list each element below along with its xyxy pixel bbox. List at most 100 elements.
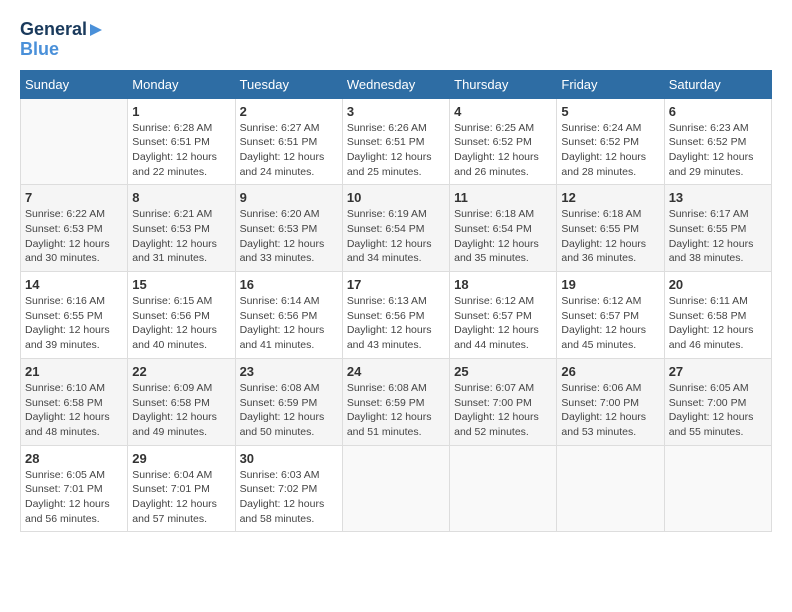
calendar-cell: [557, 445, 664, 532]
calendar-cell: 18 Sunrise: 6:12 AM Sunset: 6:57 PM Dayli…: [450, 272, 557, 359]
calendar-cell: 8Sunrise: 6:21 AM Sunset: 6:53 PM Daylig…: [128, 185, 235, 272]
calendar-cell: [664, 445, 771, 532]
calendar-cell: 26Sunrise: 6:06 AM Sunset: 7:00 PM Dayli…: [557, 358, 664, 445]
day-info: Sunrise: 6:11 AM Sunset: 6:58 PM Dayligh…: [669, 294, 767, 353]
calendar-week-row: 1 Sunrise: 6:28 AM Sunset: 6:51 PM Daylig…: [21, 98, 772, 185]
day-number: 20: [669, 277, 767, 292]
day-info: Sunrise: 6:26 AM Sunset: 6:51 PM Dayligh…: [347, 121, 445, 180]
day-info: Sunrise: 6:22 AM Sunset: 6:53 PM Dayligh…: [25, 207, 123, 266]
day-number: 15: [132, 277, 230, 292]
calendar-header-row: SundayMondayTuesdayWednesdayThursdayFrid…: [21, 70, 772, 98]
day-info: Sunrise: 6:18 AM Sunset: 6:54 PM Dayligh…: [454, 207, 552, 266]
day-number: 7: [25, 190, 123, 205]
day-number: 27: [669, 364, 767, 379]
day-of-week-header: Sunday: [21, 70, 128, 98]
day-number: 3: [347, 104, 445, 119]
calendar-cell: 30 Sunrise: 6:03 AM Sunset: 7:02 PM Dayli…: [235, 445, 342, 532]
day-info: Sunrise: 6:15 AM Sunset: 6:56 PM Dayligh…: [132, 294, 230, 353]
calendar-cell: 2Sunrise: 6:27 AM Sunset: 6:51 PM Daylig…: [235, 98, 342, 185]
day-number: 17: [347, 277, 445, 292]
day-info: Sunrise: 6:21 AM Sunset: 6:53 PM Dayligh…: [132, 207, 230, 266]
day-info: Sunrise: 6:12 AM Sunset: 6:57 PM Dayligh…: [454, 294, 552, 353]
calendar-cell: 6Sunrise: 6:23 AM Sunset: 6:52 PM Daylig…: [664, 98, 771, 185]
calendar-cell: 25 Sunrise: 6:07 AM Sunset: 7:00 PM Dayli…: [450, 358, 557, 445]
day-number: 14: [25, 277, 123, 292]
day-info: Sunrise: 6:25 AM Sunset: 6:52 PM Dayligh…: [454, 121, 552, 180]
calendar-cell: 22 Sunrise: 6:09 AM Sunset: 6:58 PM Dayli…: [128, 358, 235, 445]
calendar-cell: 11Sunrise: 6:18 AM Sunset: 6:54 PM Dayli…: [450, 185, 557, 272]
day-number: 25: [454, 364, 552, 379]
day-number: 4: [454, 104, 552, 119]
day-number: 13: [669, 190, 767, 205]
day-of-week-header: Monday: [128, 70, 235, 98]
calendar-cell: 10 Sunrise: 6:19 AM Sunset: 6:54 PM Dayli…: [342, 185, 449, 272]
calendar-cell: 4 Sunrise: 6:25 AM Sunset: 6:52 PM Daylig…: [450, 98, 557, 185]
day-number: 29: [132, 451, 230, 466]
calendar-cell: 21 Sunrise: 6:10 AM Sunset: 6:58 PM Dayli…: [21, 358, 128, 445]
calendar-cell: 17 Sunrise: 6:13 AM Sunset: 6:56 PM Dayli…: [342, 272, 449, 359]
calendar-cell: 29Sunrise: 6:04 AM Sunset: 7:01 PM Dayli…: [128, 445, 235, 532]
day-info: Sunrise: 6:08 AM Sunset: 6:59 PM Dayligh…: [347, 381, 445, 440]
calendar-cell: 7 Sunrise: 6:22 AM Sunset: 6:53 PM Daylig…: [21, 185, 128, 272]
day-number: 22: [132, 364, 230, 379]
calendar-week-row: 21 Sunrise: 6:10 AM Sunset: 6:58 PM Dayli…: [21, 358, 772, 445]
day-number: 23: [240, 364, 338, 379]
day-info: Sunrise: 6:28 AM Sunset: 6:51 PM Dayligh…: [132, 121, 230, 180]
day-number: 9: [240, 190, 338, 205]
logo-text: General: [20, 20, 102, 40]
day-info: Sunrise: 6:08 AM Sunset: 6:59 PM Dayligh…: [240, 381, 338, 440]
calendar-cell: 20 Sunrise: 6:11 AM Sunset: 6:58 PM Dayli…: [664, 272, 771, 359]
day-of-week-header: Wednesday: [342, 70, 449, 98]
day-number: 12: [561, 190, 659, 205]
day-info: Sunrise: 6:14 AM Sunset: 6:56 PM Dayligh…: [240, 294, 338, 353]
calendar-cell: 23 Sunrise: 6:08 AM Sunset: 6:59 PM Dayli…: [235, 358, 342, 445]
page-header: General Blue: [20, 20, 772, 60]
day-info: Sunrise: 6:13 AM Sunset: 6:56 PM Dayligh…: [347, 294, 445, 353]
calendar-week-row: 14 Sunrise: 6:16 AM Sunset: 6:55 PM Dayli…: [21, 272, 772, 359]
calendar-week-row: 7 Sunrise: 6:22 AM Sunset: 6:53 PM Daylig…: [21, 185, 772, 272]
day-of-week-header: Friday: [557, 70, 664, 98]
calendar-cell: 24 Sunrise: 6:08 AM Sunset: 6:59 PM Dayli…: [342, 358, 449, 445]
calendar-table: SundayMondayTuesdayWednesdayThursdayFrid…: [20, 70, 772, 533]
day-of-week-header: Tuesday: [235, 70, 342, 98]
calendar-week-row: 28 Sunrise: 6:05 AM Sunset: 7:01 PM Dayli…: [21, 445, 772, 532]
day-of-week-header: Thursday: [450, 70, 557, 98]
day-info: Sunrise: 6:24 AM Sunset: 6:52 PM Dayligh…: [561, 121, 659, 180]
day-number: 28: [25, 451, 123, 466]
day-number: 30: [240, 451, 338, 466]
calendar-cell: 1 Sunrise: 6:28 AM Sunset: 6:51 PM Daylig…: [128, 98, 235, 185]
day-info: Sunrise: 6:09 AM Sunset: 6:58 PM Dayligh…: [132, 381, 230, 440]
calendar-cell: 28 Sunrise: 6:05 AM Sunset: 7:01 PM Dayli…: [21, 445, 128, 532]
day-number: 21: [25, 364, 123, 379]
day-info: Sunrise: 6:07 AM Sunset: 7:00 PM Dayligh…: [454, 381, 552, 440]
calendar-cell: 19 Sunrise: 6:12 AM Sunset: 6:57 PM Dayli…: [557, 272, 664, 359]
day-info: Sunrise: 6:05 AM Sunset: 7:01 PM Dayligh…: [25, 468, 123, 527]
calendar-cell: [450, 445, 557, 532]
day-number: 18: [454, 277, 552, 292]
day-number: 1: [132, 104, 230, 119]
day-number: 24: [347, 364, 445, 379]
logo: General Blue: [20, 20, 102, 60]
calendar-cell: 9 Sunrise: 6:20 AM Sunset: 6:53 PM Daylig…: [235, 185, 342, 272]
day-info: Sunrise: 6:05 AM Sunset: 7:00 PM Dayligh…: [669, 381, 767, 440]
calendar-cell: 27 Sunrise: 6:05 AM Sunset: 7:00 PM Dayli…: [664, 358, 771, 445]
day-info: Sunrise: 6:20 AM Sunset: 6:53 PM Dayligh…: [240, 207, 338, 266]
calendar-cell: 3 Sunrise: 6:26 AM Sunset: 6:51 PM Daylig…: [342, 98, 449, 185]
calendar-cell: [21, 98, 128, 185]
calendar-cell: 15 Sunrise: 6:15 AM Sunset: 6:56 PM Dayli…: [128, 272, 235, 359]
day-info: Sunrise: 6:19 AM Sunset: 6:54 PM Dayligh…: [347, 207, 445, 266]
day-info: Sunrise: 6:12 AM Sunset: 6:57 PM Dayligh…: [561, 294, 659, 353]
day-info: Sunrise: 6:10 AM Sunset: 6:58 PM Dayligh…: [25, 381, 123, 440]
day-number: 5: [561, 104, 659, 119]
day-number: 10: [347, 190, 445, 205]
day-info: Sunrise: 6:23 AM Sunset: 6:52 PM Dayligh…: [669, 121, 767, 180]
day-number: 19: [561, 277, 659, 292]
calendar-cell: [342, 445, 449, 532]
day-number: 16: [240, 277, 338, 292]
day-number: 2: [240, 104, 338, 119]
calendar-cell: 5 Sunrise: 6:24 AM Sunset: 6:52 PM Daylig…: [557, 98, 664, 185]
day-info: Sunrise: 6:16 AM Sunset: 6:55 PM Dayligh…: [25, 294, 123, 353]
day-info: Sunrise: 6:03 AM Sunset: 7:02 PM Dayligh…: [240, 468, 338, 527]
day-number: 26: [561, 364, 659, 379]
calendar-cell: 14 Sunrise: 6:16 AM Sunset: 6:55 PM Dayli…: [21, 272, 128, 359]
